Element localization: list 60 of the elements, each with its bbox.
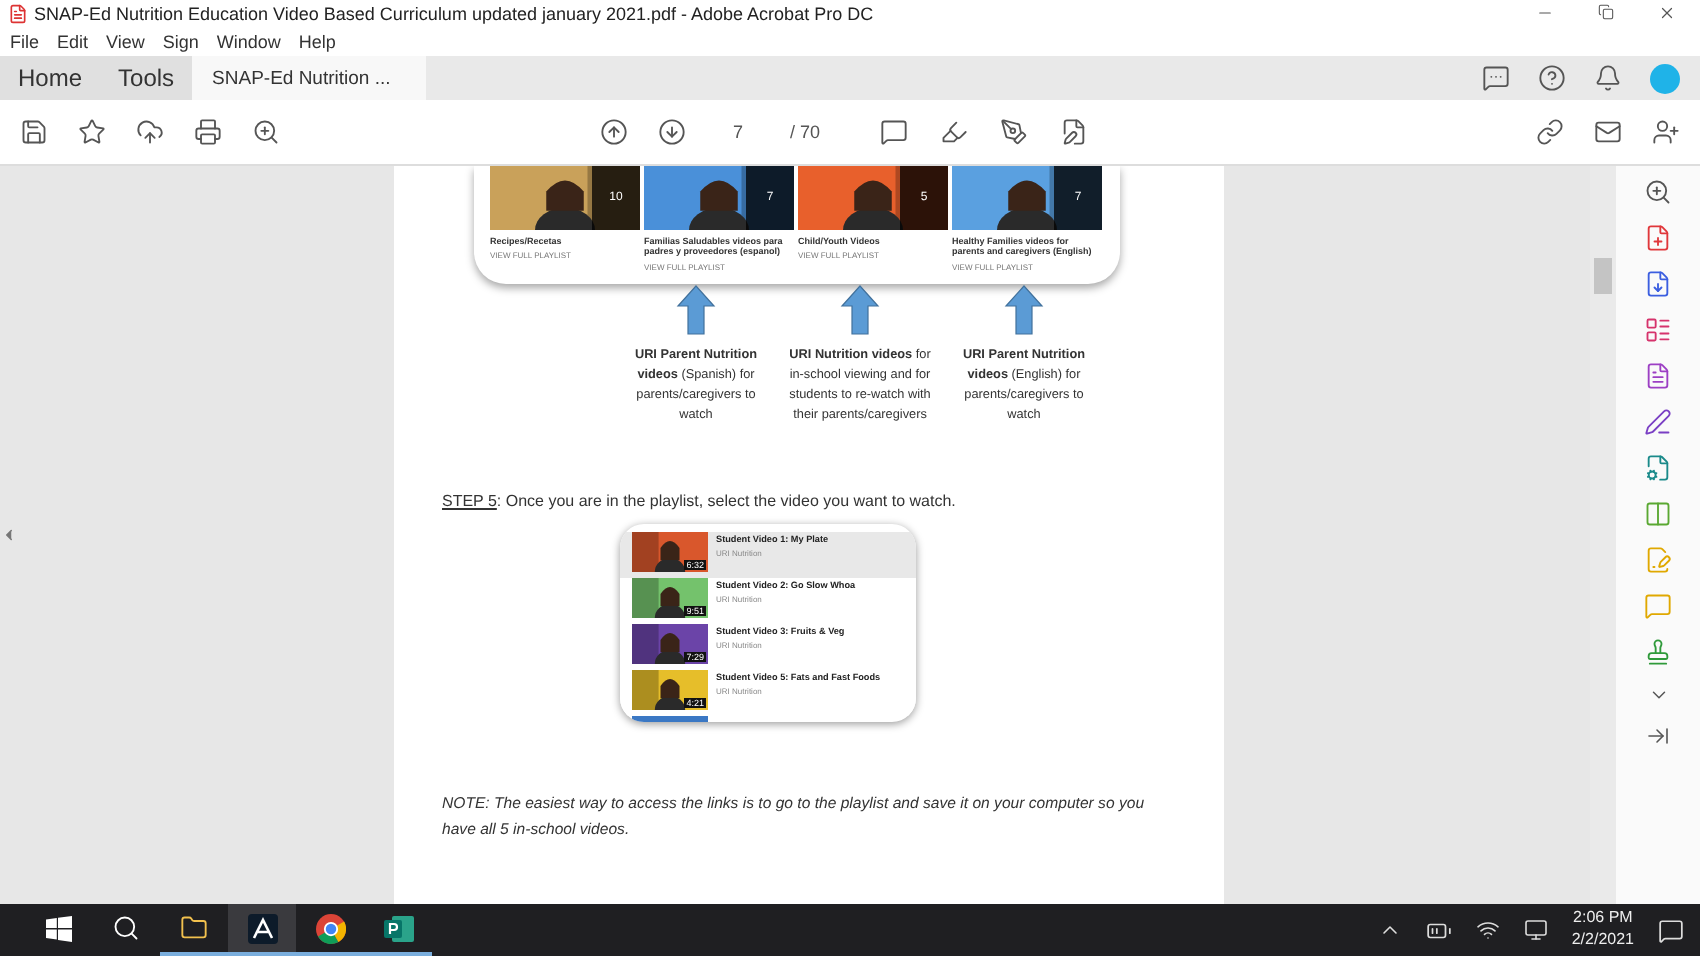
restore-icon[interactable] — [1598, 4, 1614, 20]
video-thumbnail-edge — [632, 716, 708, 723]
search-icon[interactable] — [112, 914, 140, 942]
print-icon[interactable] — [194, 118, 222, 146]
save-icon[interactable] — [20, 118, 48, 146]
highlighter-icon[interactable] — [940, 118, 969, 146]
add-user-icon[interactable] — [1652, 118, 1680, 146]
up-arrow-icon — [676, 283, 716, 336]
page-number-field[interactable]: 7 — [716, 122, 760, 142]
window-title: SNAP-Ed Nutrition Education Video Based Curriculum updated january 2021.pdf - Adobe Acrobat Pro DC — [34, 3, 874, 23]
chat-icon[interactable] — [1482, 64, 1510, 92]
up-arrow-icon — [1004, 283, 1044, 336]
compare-icon[interactable] — [1644, 500, 1672, 528]
cloud-upload-icon[interactable] — [136, 118, 164, 146]
display-icon[interactable] — [1523, 918, 1548, 942]
up-arrow-icon — [840, 283, 880, 336]
pen-icon[interactable] — [1000, 118, 1029, 146]
create-pdf-icon[interactable] — [1644, 224, 1672, 252]
page-count: / 70 — [790, 122, 821, 142]
tab[interactable]: SNAP-Ed Nutrition ... — [192, 56, 427, 100]
time: 2:06 PM — [1573, 908, 1633, 930]
menu-item[interactable]: File — [10, 31, 40, 51]
tab[interactable]: Home — [0, 56, 101, 100]
folder-icon[interactable] — [180, 914, 208, 942]
document-settings-icon[interactable] — [1644, 454, 1672, 482]
document-icon[interactable] — [1644, 362, 1672, 390]
date: 2/2/2021 — [1571, 930, 1634, 952]
scrollbar-thumb[interactable] — [1594, 258, 1612, 294]
menu-item[interactable]: Edit — [57, 31, 89, 51]
browser-icon[interactable] — [315, 913, 345, 943]
organize-pages-icon[interactable] — [1644, 316, 1672, 344]
comment-icon[interactable] — [880, 118, 909, 146]
menu-item[interactable]: Sign — [162, 31, 199, 51]
help-icon[interactable] — [1538, 64, 1566, 92]
edit-document-icon[interactable] — [1060, 118, 1089, 146]
menu-item[interactable]: Window — [216, 31, 281, 51]
tab[interactable]: Tools — [100, 56, 193, 100]
next-page-icon[interactable] — [658, 118, 686, 146]
menu-item[interactable]: Help — [298, 31, 336, 51]
close-icon[interactable] — [1658, 4, 1676, 22]
stamp-icon[interactable] — [1644, 638, 1672, 666]
windows-logo-icon[interactable] — [45, 915, 71, 941]
previous-page-icon[interactable] — [600, 118, 628, 146]
clock[interactable]: 2:06 PM 2/2/2021 — [1571, 908, 1634, 952]
publisher-app-icon[interactable] — [383, 913, 413, 943]
bell-icon[interactable] — [1594, 64, 1622, 92]
instruction-text: STEP 5: Once you are in the playlist, select the video you want to watch. — [442, 492, 958, 511]
notification-icon[interactable] — [1658, 917, 1684, 943]
export-pdf-icon[interactable] — [1644, 270, 1672, 298]
pdf-file-icon — [8, 3, 28, 23]
search-icon[interactable] — [252, 118, 280, 146]
pdf-app-icon[interactable] — [247, 913, 277, 943]
star-icon[interactable] — [78, 118, 106, 146]
sign-icon[interactable] — [1644, 408, 1672, 436]
mail-icon[interactable] — [1594, 118, 1622, 146]
link-icon[interactable] — [1536, 118, 1564, 146]
collapse-panel-icon[interactable] — [1646, 724, 1670, 748]
menu-item[interactable]: View — [106, 31, 145, 51]
zoom-icon[interactable] — [1644, 178, 1672, 206]
expand-panel-icon[interactable] — [0, 526, 18, 544]
